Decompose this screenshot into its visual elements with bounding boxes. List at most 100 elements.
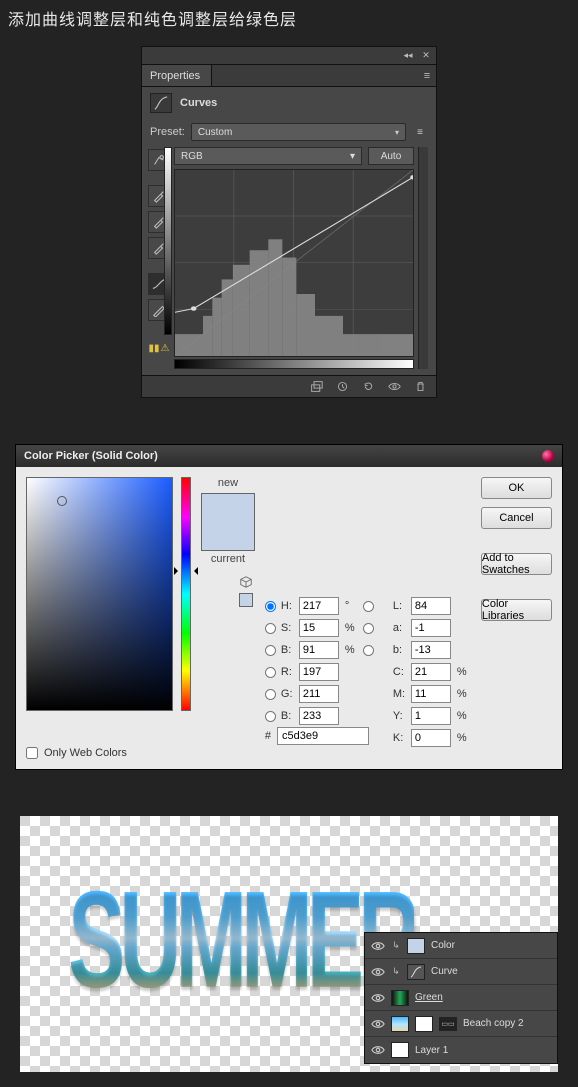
swatch-current <box>202 522 254 550</box>
preset-menu-icon[interactable]: ≡ <box>412 124 428 140</box>
input-l[interactable] <box>411 597 451 615</box>
ok-button[interactable]: OK <box>481 477 552 499</box>
channel-select[interactable]: RGB ▾ <box>174 147 362 165</box>
panel-menu-icon[interactable]: ≡ <box>418 65 436 86</box>
preset-label: Preset: <box>150 126 185 138</box>
color-picker-dialog: Color Picker (Solid Color) new current H… <box>15 444 563 770</box>
panel-footer <box>142 375 436 397</box>
output-gradient <box>164 147 172 335</box>
eye-icon[interactable] <box>371 965 385 979</box>
radio-bv[interactable] <box>265 645 276 656</box>
radio-h[interactable] <box>265 601 276 612</box>
input-k[interactable] <box>411 729 451 747</box>
layer-mask-thumb <box>415 1016 433 1032</box>
eye-icon[interactable] <box>371 991 385 1005</box>
layer-row[interactable]: Green <box>365 985 557 1011</box>
dialog-titlebar[interactable]: Color Picker (Solid Color) <box>16 445 562 467</box>
visibility-icon[interactable] <box>386 379 402 395</box>
layer-row[interactable]: ↳ Color <box>365 933 557 959</box>
input-a[interactable] <box>411 619 451 637</box>
layer-row[interactable]: ↳ Curve <box>365 959 557 985</box>
label-a: a: <box>393 622 409 634</box>
unit-bv: % <box>345 644 361 656</box>
layer-name[interactable]: Beach copy 2 <box>463 1018 551 1029</box>
auto-button[interactable]: Auto <box>368 147 414 165</box>
websafe-swatch[interactable] <box>239 593 253 607</box>
curves-graph[interactable] <box>174 169 414 357</box>
label-r: R: <box>281 666 297 678</box>
layer-thumb <box>407 938 425 954</box>
input-c[interactable] <box>411 663 451 681</box>
unit-m: % <box>457 688 473 700</box>
layer-name[interactable]: Green <box>415 992 551 1003</box>
label-y: Y: <box>393 710 409 722</box>
hue-slider[interactable] <box>181 477 191 711</box>
app-icon <box>542 450 554 462</box>
saturation-value-field[interactable] <box>26 477 173 711</box>
radio-s[interactable] <box>265 623 276 634</box>
input-bv[interactable] <box>299 641 339 659</box>
unit-y: % <box>457 710 473 722</box>
layer-name[interactable]: Layer 1 <box>415 1045 551 1056</box>
reset-icon[interactable] <box>360 379 376 395</box>
layers-panel: ↳ Color ↳ Curve Green ▭▭ Beach copy 2 La… <box>364 932 558 1064</box>
chevron-down-icon: ▾ <box>395 128 399 137</box>
input-y[interactable] <box>411 707 451 725</box>
channel-value: RGB <box>181 151 203 162</box>
gamut-warning-icon[interactable] <box>239 575 253 589</box>
input-bb[interactable] <box>299 707 339 725</box>
input-g[interactable] <box>299 685 339 703</box>
label-s: S: <box>281 622 297 634</box>
close-icon[interactable]: ✕ <box>420 50 432 62</box>
label-g: G: <box>281 688 297 700</box>
smart-object-icon: ▭▭ <box>439 1017 457 1031</box>
preset-value: Custom <box>198 127 232 138</box>
panel-scrollbar[interactable] <box>418 147 428 369</box>
layer-thumb <box>407 964 425 980</box>
eye-icon[interactable] <box>371 1043 385 1057</box>
layer-row[interactable]: ▭▭ Beach copy 2 <box>365 1011 557 1037</box>
cancel-button[interactable]: Cancel <box>481 507 552 529</box>
panel-header: ◂◂ ✕ <box>142 47 436 65</box>
layer-name[interactable]: Curve <box>431 966 551 977</box>
radio-l[interactable] <box>363 601 374 612</box>
unit-s: % <box>345 622 361 634</box>
radio-r[interactable] <box>265 667 276 678</box>
label-b: b: <box>393 644 409 656</box>
input-h[interactable] <box>299 597 339 615</box>
trash-icon[interactable] <box>412 379 428 395</box>
preset-select[interactable]: Custom ▾ <box>191 123 406 141</box>
input-s[interactable] <box>299 619 339 637</box>
layer-name[interactable]: Color <box>431 940 551 951</box>
histogram-warning-icon[interactable]: ▮▮⚠ <box>148 339 170 357</box>
radio-b[interactable] <box>363 645 374 656</box>
radio-g[interactable] <box>265 689 276 700</box>
radio-bb[interactable] <box>265 711 276 722</box>
input-b[interactable] <box>411 641 451 659</box>
eye-icon[interactable] <box>371 1017 385 1031</box>
input-r[interactable] <box>299 663 339 681</box>
input-m[interactable] <box>411 685 451 703</box>
only-web-colors-label: Only Web Colors <box>44 747 127 759</box>
add-swatch-button[interactable]: Add to Swatches <box>481 553 552 575</box>
input-hex[interactable] <box>277 727 369 745</box>
panel-tabbar: Properties ≡ <box>142 65 436 87</box>
collapse-icon[interactable]: ◂◂ <box>402 50 414 62</box>
layer-row[interactable]: Layer 1 <box>365 1037 557 1063</box>
view-previous-icon[interactable] <box>334 379 350 395</box>
only-web-colors-checkbox[interactable] <box>26 747 38 759</box>
tab-properties[interactable]: Properties <box>142 65 212 87</box>
color-libraries-button[interactable]: Color Libraries <box>481 599 552 621</box>
label-h: H: <box>281 600 297 612</box>
label-bb: B: <box>281 710 297 722</box>
clip-indicator-icon: ↳ <box>391 940 401 951</box>
layer-thumb <box>391 1042 409 1058</box>
label-l: L: <box>393 600 409 612</box>
eye-icon[interactable] <box>371 939 385 953</box>
page-caption: 添加曲线调整层和纯色调整层给绿色层 <box>0 0 578 40</box>
label-m: M: <box>393 688 409 700</box>
curves-header: Curves <box>142 87 436 119</box>
curves-icon <box>150 93 172 113</box>
clip-to-layer-icon[interactable] <box>308 379 324 395</box>
radio-a[interactable] <box>363 623 374 634</box>
